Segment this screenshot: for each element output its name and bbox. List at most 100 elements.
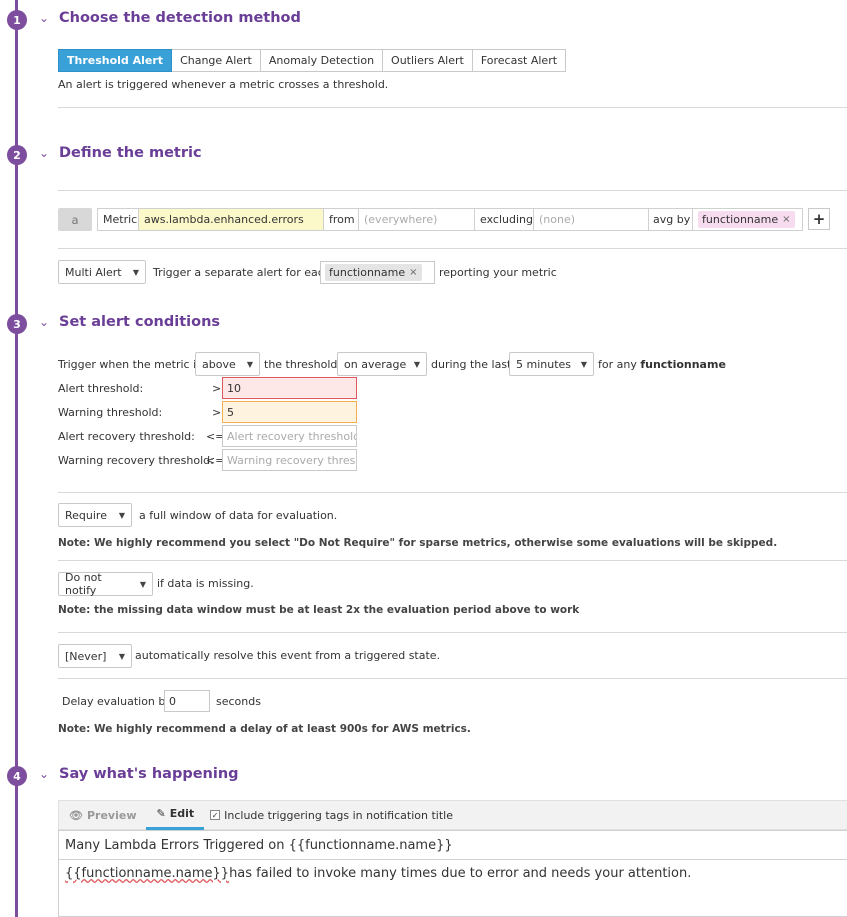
group-by-field[interactable]: functionname × [320, 261, 435, 284]
caret-down-icon: ▼ [580, 359, 587, 369]
warning-threshold-input[interactable]: 5 [222, 401, 357, 423]
for-any-label: for any [598, 358, 637, 371]
outliers-alert-button[interactable]: Outliers Alert [383, 49, 473, 72]
section-4-header[interactable]: ⌄ Say what's happening [37, 766, 239, 782]
group-name: functionname [640, 358, 726, 371]
pencil-icon: ✎ [156, 807, 166, 820]
notification-body-textarea[interactable]: {{functionname.name}} has failed to invo… [58, 859, 847, 917]
alert-operator: > [212, 382, 222, 395]
threshold-alert-button[interactable]: Threshold Alert [58, 49, 173, 72]
excluding-field[interactable]: (none) [534, 208, 649, 231]
message-tabs: 👁 Preview ✎ Edit ✓ Include triggering ta… [58, 800, 847, 830]
forecast-alert-button[interactable]: Forecast Alert [472, 49, 567, 72]
require-text: a full window of data for evaluation. [139, 509, 338, 522]
change-alert-button[interactable]: Change Alert [172, 49, 261, 72]
during-text: during the last [431, 358, 512, 371]
caret-down-icon: ▼ [413, 359, 420, 369]
warning-recovery-input[interactable]: Warning recovery thresho [222, 449, 357, 471]
anomaly-detection-button[interactable]: Anomaly Detection [260, 49, 384, 72]
divider [58, 492, 847, 493]
eye-icon: 👁 [69, 808, 83, 822]
avgby-tag[interactable]: functionname × [698, 211, 795, 228]
window-value: 5 minutes [516, 357, 572, 371]
metric-query-row: a Metric aws.lambda.enhanced.errors from… [58, 208, 803, 231]
comparison-select[interactable]: above ▼ [195, 352, 260, 376]
divider [58, 678, 847, 679]
alert-recovery-input[interactable]: Alert recovery threshold ( [222, 425, 357, 447]
caret-down-icon: ▼ [132, 267, 139, 277]
section-3-header[interactable]: ⌄ Set alert conditions [37, 314, 220, 330]
trigger-each-text: Trigger a separate alert for each [153, 266, 331, 279]
tab-edit-label: Edit [169, 807, 195, 820]
warning-operator: > [212, 406, 222, 419]
delay-input[interactable]: 0 [164, 690, 210, 712]
window-select[interactable]: 5 minutes ▼ [509, 352, 594, 376]
section-2-header[interactable]: ⌄ Define the metric [37, 145, 202, 161]
the-threshold-text: the threshold [264, 358, 338, 371]
include-tags-checkbox[interactable]: ✓ [210, 810, 221, 820]
section-title: Define the metric [59, 145, 202, 161]
tab-preview-label: Preview [86, 808, 137, 822]
trigger-prefix-text: Trigger when the metric is [58, 358, 202, 371]
tab-preview[interactable]: 👁 Preview [59, 800, 146, 830]
step-3-badge: 3 [7, 314, 27, 334]
divider [58, 560, 847, 561]
caret-down-icon: ▼ [246, 359, 253, 369]
notify-value: Do not notify [65, 571, 102, 597]
warning-threshold-label: Warning threshold: [58, 406, 163, 419]
section-title: Say what's happening [59, 766, 239, 782]
aggregation-value: on average [344, 357, 407, 371]
chevron-down-icon: ⌄ [38, 767, 50, 781]
group-tag[interactable]: functionname × [325, 264, 422, 281]
divider [58, 248, 847, 249]
from-label: from [324, 208, 359, 231]
alert-threshold-label: Alert threshold: [58, 382, 144, 395]
chevron-down-icon: ⌄ [38, 315, 50, 329]
divider [58, 107, 847, 108]
chevron-down-icon: ⌄ [38, 11, 50, 25]
add-query-button[interactable]: + [808, 208, 830, 230]
aggregation-select[interactable]: on average ▼ [337, 352, 427, 376]
comparison-value: above [202, 357, 236, 371]
step-4-badge: 4 [7, 766, 27, 786]
chevron-down-icon: ⌄ [38, 146, 50, 160]
notify-select[interactable]: Do not notify ▼ [58, 571, 153, 597]
delay-label: Delay evaluation by [62, 695, 172, 708]
multi-alert-value: Multi Alert [65, 265, 122, 279]
require-select[interactable]: Require ▼ [58, 503, 132, 527]
caret-down-icon: ▼ [118, 510, 125, 520]
from-field[interactable]: (everywhere) [359, 208, 475, 231]
require-value: Require [65, 508, 107, 522]
require-note: Note: We highly recommend you select "Do… [58, 537, 778, 549]
body-template-variable: {{functionname.name}} [65, 866, 230, 881]
resolve-text: automatically resolve this event from a … [135, 649, 441, 662]
divider [58, 190, 847, 191]
caret-down-icon: ▼ [118, 651, 125, 661]
section-1-header[interactable]: ⌄ Choose the detection method [37, 10, 301, 26]
remove-tag-icon[interactable]: × [409, 267, 417, 278]
alert-recovery-label: Alert recovery threshold: [58, 430, 195, 443]
multi-alert-select[interactable]: Multi Alert ▼ [58, 260, 146, 284]
step-2-badge: 2 [7, 145, 27, 165]
metric-name-field[interactable]: aws.lambda.enhanced.errors [139, 208, 324, 231]
notification-title-input[interactable]: Many Lambda Errors Triggered on {{functi… [58, 830, 847, 860]
delay-unit: seconds [216, 695, 261, 708]
section-title: Set alert conditions [59, 314, 221, 330]
divider [58, 632, 847, 633]
metric-label: Metric [97, 208, 139, 231]
remove-tag-icon[interactable]: × [782, 214, 790, 225]
avgby-field[interactable]: functionname × [693, 208, 803, 231]
include-tags-label: Include triggering tags in notification … [224, 808, 453, 822]
section-title: Choose the detection method [59, 10, 301, 26]
resolve-select[interactable]: [Never] ▼ [58, 644, 132, 668]
reporting-text: reporting your metric [439, 266, 557, 279]
tab-edit[interactable]: ✎ Edit [146, 800, 205, 830]
include-tags-option[interactable]: ✓ Include triggering tags in notificatio… [210, 809, 453, 822]
resolve-value: [Never] [65, 649, 107, 663]
for-any-text: for any functionname [598, 358, 726, 371]
notify-note: Note: the missing data window must be at… [58, 604, 580, 616]
alert-threshold-input[interactable]: 10 [222, 377, 357, 399]
step-1-badge: 1 [7, 10, 27, 30]
warning-recovery-label: Warning recovery threshold: [58, 454, 214, 467]
avgby-tag-label: functionname [702, 213, 779, 226]
